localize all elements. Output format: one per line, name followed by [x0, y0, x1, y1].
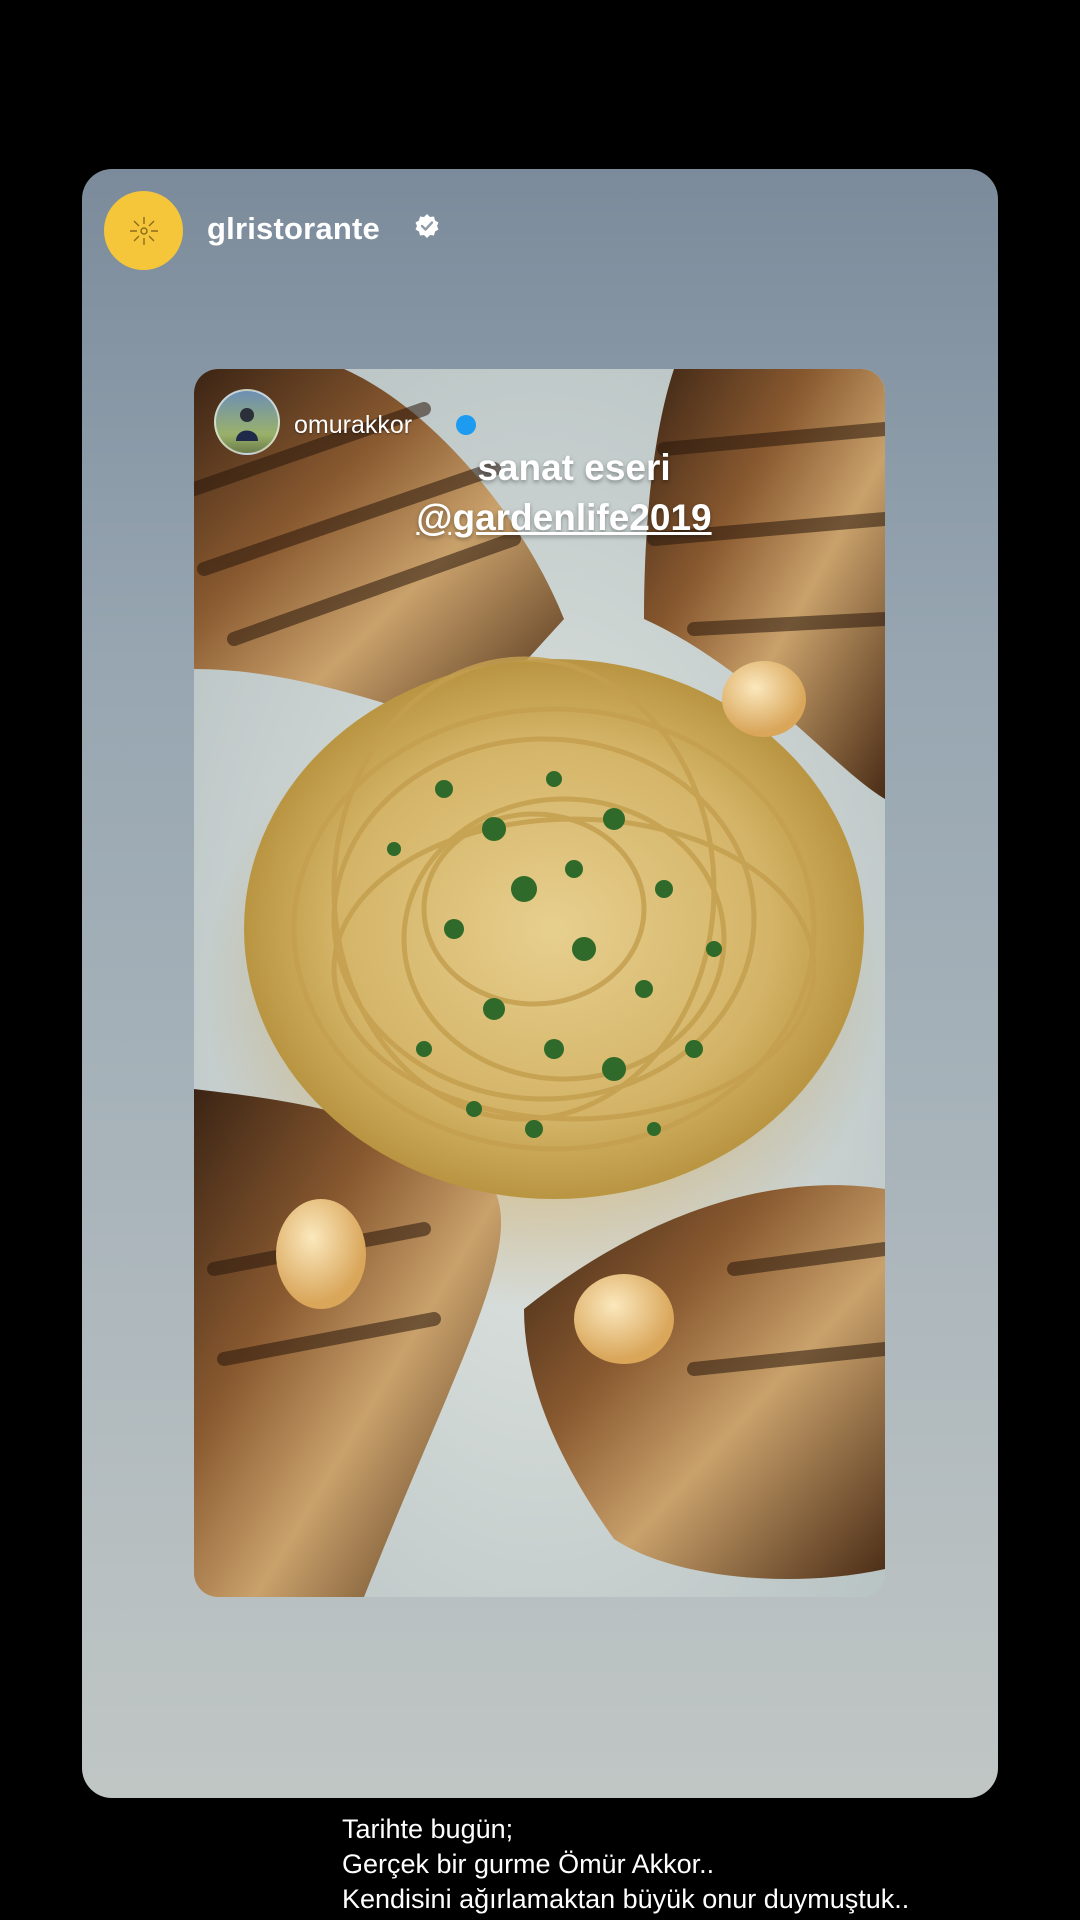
account-avatar[interactable]: [104, 191, 183, 270]
shared-post-photo[interactable]: omurakkor sanat eseri @gardenlife2019: [194, 369, 885, 1597]
story-card[interactable]: glristorante omurakkor sanat eseri @gard…: [82, 169, 998, 1798]
person-avatar-icon: [236, 408, 258, 441]
post-caption: Tarihte bugün; Gerçek bir gurme Ömür Akk…: [342, 1812, 1062, 1917]
caption-line: Gerçek bir gurme Ömür Akkor..: [342, 1849, 715, 1879]
restaurant-logo-icon: [129, 216, 158, 245]
shared-author-avatar[interactable]: [214, 389, 280, 455]
story-text-sticker: sanat eseri: [477, 447, 671, 488]
mention-sticker[interactable]: @gardenlife2019: [334, 497, 794, 539]
caption-line: Kendisini ağırlamaktan büyük onur duymuş…: [342, 1884, 910, 1914]
pasta-dish-image: [194, 369, 885, 1597]
shared-author-verified-icon: [456, 415, 476, 435]
account-username[interactable]: glristorante: [207, 211, 380, 247]
verified-badge-icon: [415, 214, 439, 238]
caption-line: Tarihte bugün;: [342, 1814, 514, 1844]
shared-author-username[interactable]: omurakkor: [294, 411, 412, 440]
